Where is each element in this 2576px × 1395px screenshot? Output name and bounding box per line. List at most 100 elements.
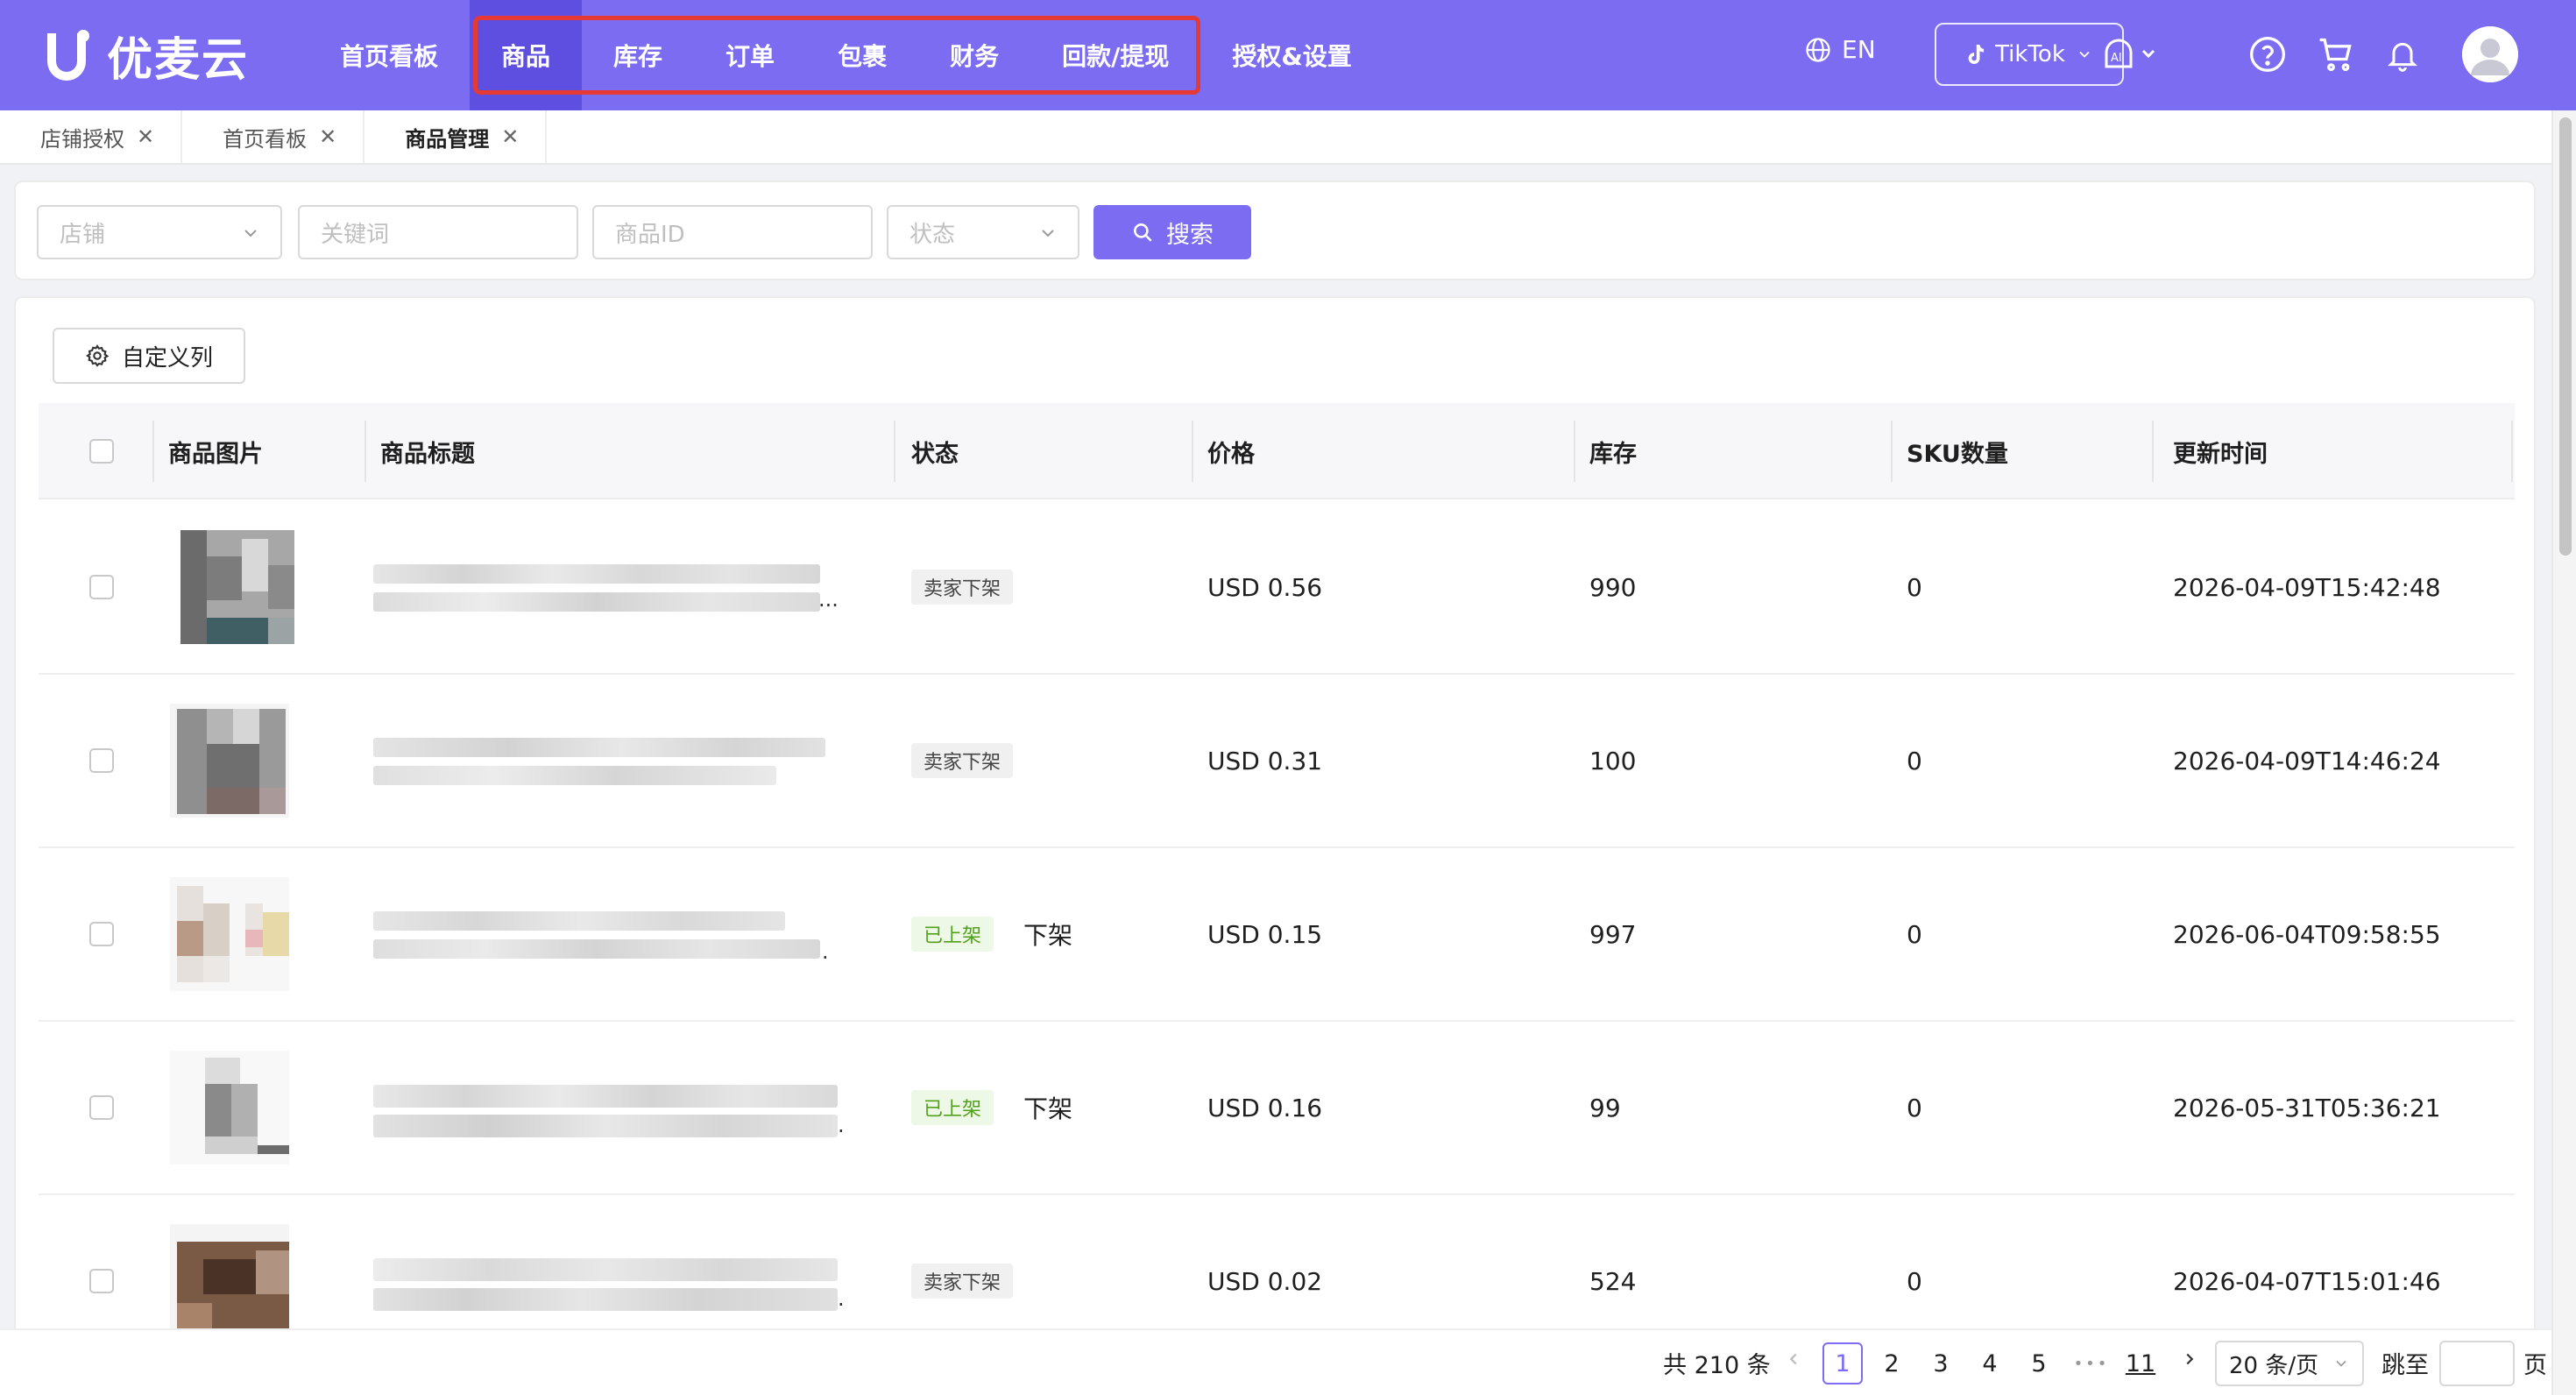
column-divider	[1192, 421, 1193, 482]
row-checkbox[interactable]	[89, 575, 114, 599]
page-4[interactable]: 4	[1970, 1342, 2010, 1384]
keyword-input[interactable]: 关键词	[298, 205, 578, 259]
page-3[interactable]: 3	[1921, 1342, 1961, 1384]
tab-product-management[interactable]: 商品管理 ✕	[364, 110, 548, 163]
vertical-scrollbar[interactable]	[2551, 110, 2576, 1395]
close-icon[interactable]: ✕	[137, 124, 154, 149]
page-2[interactable]: 2	[1872, 1342, 1912, 1384]
cart-button[interactable]	[2317, 35, 2355, 77]
user-avatar[interactable]	[2462, 26, 2518, 82]
product-title-redacted[interactable]	[373, 899, 820, 969]
product-title-cell: ...	[373, 501, 839, 673]
language-label: EN	[1842, 35, 1876, 64]
app-logo[interactable]: 优麦云	[44, 25, 250, 87]
notifications-button[interactable]	[2385, 35, 2420, 77]
header-image: 商品图片	[168, 440, 263, 468]
product-id-input[interactable]: 商品ID	[592, 205, 873, 259]
nav-item-payouts[interactable]: 回款/提现	[1030, 0, 1200, 110]
row-checkbox[interactable]	[89, 1095, 114, 1120]
status-select[interactable]: 状态	[887, 205, 1079, 259]
product-id-input-placeholder: 商品ID	[615, 221, 685, 248]
search-button-label: 搜索	[1166, 221, 1214, 249]
globe-icon	[1806, 37, 1830, 62]
page-ellipsis[interactable]: •••	[2071, 1342, 2112, 1384]
product-image-cell	[170, 1022, 289, 1193]
nav-item-inventory[interactable]: 库存	[582, 0, 694, 110]
page-size-select[interactable]: 20 条/页	[2215, 1341, 2364, 1386]
table-row: . 已上架 下架 USD 0.15 997 0 2026-06-04T09:58…	[39, 848, 2515, 1022]
close-icon[interactable]: ✕	[319, 124, 336, 149]
updated-cell: 2026-06-04T09:58:55	[2173, 919, 2441, 949]
sku-cell: 0	[1907, 572, 1922, 602]
close-icon[interactable]: ✕	[501, 124, 519, 149]
header-sku: SKU数量	[1907, 440, 2008, 468]
product-thumbnail[interactable]	[170, 877, 289, 991]
row-checkbox[interactable]	[89, 922, 114, 946]
delist-action[interactable]: 下架	[1023, 917, 1072, 952]
language-switch[interactable]: EN	[1805, 35, 1876, 64]
product-thumbnail[interactable]	[177, 530, 296, 644]
product-title-redacted[interactable]	[373, 726, 825, 796]
product-thumbnail[interactable]	[170, 704, 289, 818]
status-cell: 卖家下架	[911, 675, 1014, 846]
tab-label: 商品管理	[405, 126, 490, 152]
page-5[interactable]: 5	[2019, 1342, 2059, 1384]
tab-label: 店铺授权	[40, 126, 124, 152]
custom-columns-button[interactable]: 自定义列	[53, 328, 245, 384]
product-title-redacted[interactable]	[373, 1073, 846, 1143]
product-image-cell	[177, 501, 296, 673]
product-thumbnail[interactable]	[170, 1051, 289, 1165]
next-page-button[interactable]	[2180, 1349, 2199, 1369]
product-title-redacted[interactable]	[373, 552, 820, 622]
svg-text:AI: AI	[2111, 52, 2122, 65]
delist-action[interactable]: 下架	[1023, 1090, 1072, 1125]
product-title-cell	[373, 675, 825, 846]
search-button[interactable]: 搜索	[1093, 205, 1251, 259]
row-select-cell	[89, 1022, 114, 1193]
product-thumbnail[interactable]	[170, 1224, 289, 1338]
product-title-redacted[interactable]	[373, 1246, 846, 1316]
tiktok-icon	[1968, 45, 1985, 64]
product-table-card: 自定义列 商品图片 商品标题 状态 价格 库存 SKU数量 更新时间 ... 卖…	[14, 296, 2536, 1395]
nav-item-products[interactable]: 商品	[470, 0, 583, 110]
price-cell: USD 0.31	[1207, 746, 1323, 775]
tab-dashboard[interactable]: 首页看板 ✕	[182, 110, 365, 163]
shop-select[interactable]: 店铺	[37, 205, 282, 259]
page-1[interactable]: 1	[1822, 1342, 1863, 1384]
table-header: 商品图片 商品标题 状态 价格 库存 SKU数量 更新时间	[39, 403, 2515, 499]
page-size-label: 20 条/页	[2229, 1352, 2319, 1379]
stock-cell: 997	[1589, 919, 1637, 949]
tab-shop-authorization[interactable]: 店铺授权 ✕	[0, 110, 183, 163]
row-checkbox[interactable]	[89, 748, 114, 773]
nav-item-dashboard[interactable]: 首页看板	[308, 0, 470, 110]
jump-page-input[interactable]	[2439, 1341, 2515, 1386]
sku-cell: 0	[1907, 1093, 1922, 1122]
sku-cell: 0	[1907, 746, 1922, 775]
column-divider	[2152, 421, 2154, 482]
platform-select[interactable]: TikTok	[1935, 23, 2124, 86]
search-icon	[1134, 223, 1152, 242]
nav-item-orders[interactable]: 订单	[694, 0, 806, 110]
status-badge: 卖家下架	[911, 1264, 1014, 1299]
price-cell: USD 0.16	[1207, 1093, 1323, 1122]
page-tabs: 店铺授权 ✕ 首页看板 ✕ 商品管理 ✕	[0, 110, 2551, 165]
select-all-checkbox[interactable]	[89, 439, 114, 464]
chevron-down-icon	[1042, 230, 1054, 237]
updated-cell: 2026-04-09T15:42:48	[2173, 572, 2441, 602]
chevron-right-icon	[2186, 1353, 2194, 1365]
stock-cell: 99	[1589, 1093, 1621, 1122]
platform-label: TikTok	[1995, 41, 2065, 67]
nav-item-packages[interactable]: 包裹	[806, 0, 918, 110]
logo-text: 优麦云	[107, 33, 250, 87]
ai-assistant-button[interactable]: AI	[2099, 35, 2161, 79]
prev-page-button[interactable]	[1784, 1349, 1803, 1369]
jump-label: 跳至	[2381, 1352, 2429, 1379]
nav-item-settings[interactable]: 授权&设置	[1200, 0, 1383, 110]
row-checkbox[interactable]	[89, 1269, 114, 1293]
page-last[interactable]: 11	[2120, 1342, 2161, 1384]
nav-item-finance[interactable]: 财务	[918, 0, 1030, 110]
main-nav: 首页看板 商品 库存 订单 包裹 财务 回款/提现 授权&设置	[308, 0, 1384, 110]
price-cell: USD 0.56	[1207, 572, 1323, 602]
help-button[interactable]	[2248, 35, 2287, 77]
scrollbar-thumb[interactable]	[2559, 117, 2572, 556]
